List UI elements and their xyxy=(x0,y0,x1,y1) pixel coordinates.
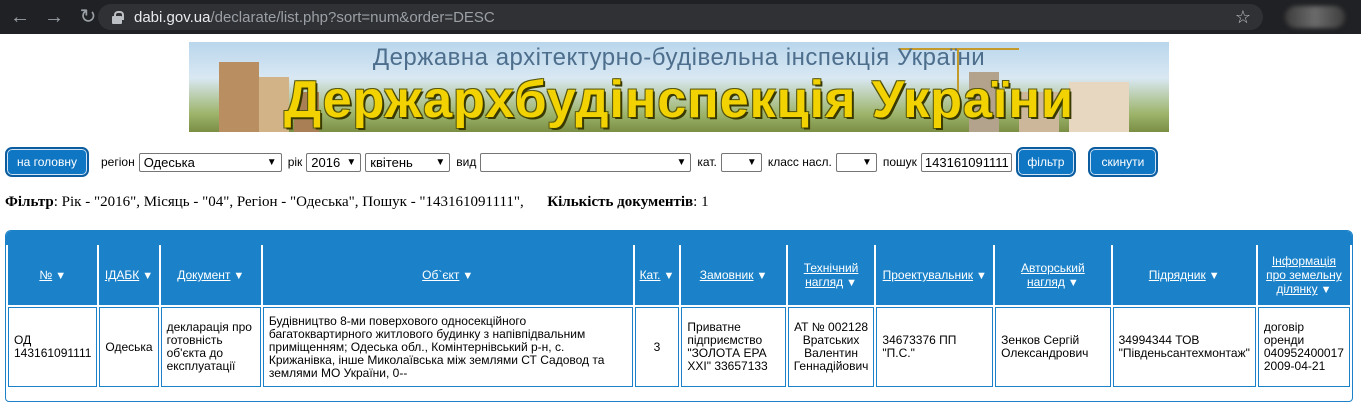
col-header-object[interactable]: Об`єкт ▼ xyxy=(262,245,633,305)
browser-toolbar: ← → ↻ dabi.gov.ua /declarate/list.php?so… xyxy=(0,0,1361,34)
chevron-down-icon: ▼ xyxy=(676,156,687,168)
cell-idabk: Одеська xyxy=(99,307,159,387)
col-header-idabk[interactable]: ІДАБК ▼ xyxy=(99,245,159,305)
year-label: рік xyxy=(287,155,303,169)
year-value: 2016 xyxy=(311,154,341,170)
cell-number: ОД 143161091111 xyxy=(8,307,98,387)
col-header-contractor[interactable]: Підрядник ▼ xyxy=(1112,245,1256,305)
chevron-down-icon: ▼ xyxy=(346,156,357,168)
cell-land-info: договір оренди 040952400017 2009-04-21 xyxy=(1257,307,1350,387)
declarations-table-container: № ▼ ІДАБК ▼ Документ ▼ Об`єкт ▼ Кат. ▼ Замовн… xyxy=(5,230,1353,402)
sort-arrow-icon[interactable]: ▼ xyxy=(233,270,244,282)
filter-summary: Фільтр: Рік - "2016", Місяць - "04", Рег… xyxy=(5,194,709,211)
reload-icon[interactable]: ↻ xyxy=(78,0,98,34)
declarations-table: № ▼ ІДАБК ▼ Документ ▼ Об`єкт ▼ Кат. ▼ Замовн… xyxy=(6,243,1352,389)
home-button[interactable]: на головну xyxy=(5,147,89,177)
col-header-document[interactable]: Документ ▼ xyxy=(160,245,261,305)
year-select[interactable]: 2016 ▼ xyxy=(306,152,362,172)
back-arrow-icon[interactable]: ← xyxy=(10,0,30,34)
address-bar[interactable]: dabi.gov.ua /declarate/list.php?sort=num… xyxy=(98,4,1263,30)
url-path: /declarate/list.php?sort=num&order=DESC xyxy=(210,8,495,26)
filter-summary-label: Фільтр xyxy=(5,194,54,210)
chevron-down-icon: ▼ xyxy=(435,156,446,168)
category-select[interactable]: ▼ xyxy=(720,152,762,172)
sort-arrow-icon[interactable]: ▼ xyxy=(663,270,674,282)
banner-subtitle: Державна архітектурно-будівельна інспекц… xyxy=(372,44,986,71)
class-label: класс насл. xyxy=(767,155,832,169)
filter-summary-text: : Рік - "2016", Місяць - "04", Регіон - … xyxy=(53,194,524,210)
bookmark-star-icon[interactable]: ☆ xyxy=(1235,7,1251,28)
chevron-down-icon: ▼ xyxy=(861,156,872,168)
cell-customer: Приватне підприємство "ЗОЛОТА ЕРА XXI" 3… xyxy=(681,307,786,387)
profile-avatar[interactable] xyxy=(1285,6,1345,28)
forward-arrow-icon[interactable]: → xyxy=(44,0,64,34)
cell-author-supervision: Зенков Сергій Олександрович xyxy=(995,307,1111,387)
sort-arrow-icon[interactable]: ▼ xyxy=(846,277,857,289)
filter-bar: на головну регіон Одеська ▼ рік 2016 ▼ к… xyxy=(5,147,1361,177)
lock-icon[interactable] xyxy=(110,10,124,24)
col-header-tech-supervision[interactable]: Технічний нагляд ▼ xyxy=(787,245,875,305)
cell-contractor: 34994344 ТОВ "Південьсантехмонтаж" xyxy=(1112,307,1256,387)
type-select[interactable]: ▼ xyxy=(480,152,692,172)
region-value: Одеська xyxy=(143,154,195,170)
sort-arrow-icon[interactable]: ▼ xyxy=(55,270,66,282)
search-label: пошук xyxy=(882,155,917,169)
table-row: ОД 143161091111 Одеська декларація про г… xyxy=(8,307,1350,387)
sort-arrow-icon[interactable]: ▼ xyxy=(1209,270,1220,282)
type-label: вид xyxy=(456,155,477,169)
url-host: dabi.gov.ua xyxy=(134,8,211,26)
chevron-down-icon: ▼ xyxy=(746,156,757,168)
cell-object: Будівництво 8-ми поверхового односекційн… xyxy=(262,307,633,387)
sort-arrow-icon[interactable]: ▼ xyxy=(1321,284,1332,296)
sort-arrow-icon[interactable]: ▼ xyxy=(757,270,768,282)
col-header-customer[interactable]: Замовник ▼ xyxy=(681,245,786,305)
search-input[interactable]: 143161091111 xyxy=(920,152,1012,172)
document-count-label: Кількість документів xyxy=(547,194,694,210)
col-header-author-supervision[interactable]: Авторський нагляд ▼ xyxy=(995,245,1111,305)
chevron-down-icon: ▼ xyxy=(266,156,277,168)
sort-arrow-icon[interactable]: ▼ xyxy=(1068,277,1079,289)
sort-arrow-icon[interactable]: ▼ xyxy=(976,270,987,282)
document-count-value: : 1 xyxy=(693,194,709,210)
region-select[interactable]: Одеська ▼ xyxy=(138,152,282,172)
cell-category: 3 xyxy=(634,307,680,387)
cell-designer: 34673376 ПП "П.С." xyxy=(876,307,994,387)
cell-tech-supervision: АТ № 002128 Вратських Валентин Геннадійо… xyxy=(787,307,875,387)
col-header-category[interactable]: Кат. ▼ xyxy=(634,245,680,305)
month-select[interactable]: квітень ▼ xyxy=(365,152,451,172)
filter-button[interactable]: фільтр xyxy=(1015,147,1076,177)
sort-arrow-icon[interactable]: ▼ xyxy=(462,270,473,282)
class-select[interactable]: ▼ xyxy=(835,152,877,172)
site-banner: Державна архітектурно-будівельна інспекц… xyxy=(189,42,1169,132)
reset-button[interactable]: скинути xyxy=(1087,147,1158,177)
col-header-designer[interactable]: Проектувальник ▼ xyxy=(876,245,994,305)
cell-document: декларація про готовність об'єкта до екс… xyxy=(160,307,261,387)
banner-title: Держархбудінспекція України xyxy=(284,71,1074,129)
col-header-land-info[interactable]: Інформація про земельну ділянку ▼ xyxy=(1257,245,1350,305)
sort-arrow-icon[interactable]: ▼ xyxy=(142,270,153,282)
month-value: квітень xyxy=(370,154,413,170)
table-header-row: № ▼ ІДАБК ▼ Документ ▼ Об`єкт ▼ Кат. ▼ Замовн… xyxy=(8,245,1350,305)
region-label: регіон xyxy=(101,155,135,169)
col-header-number[interactable]: № ▼ xyxy=(8,245,98,305)
category-label: кат. xyxy=(697,155,717,169)
